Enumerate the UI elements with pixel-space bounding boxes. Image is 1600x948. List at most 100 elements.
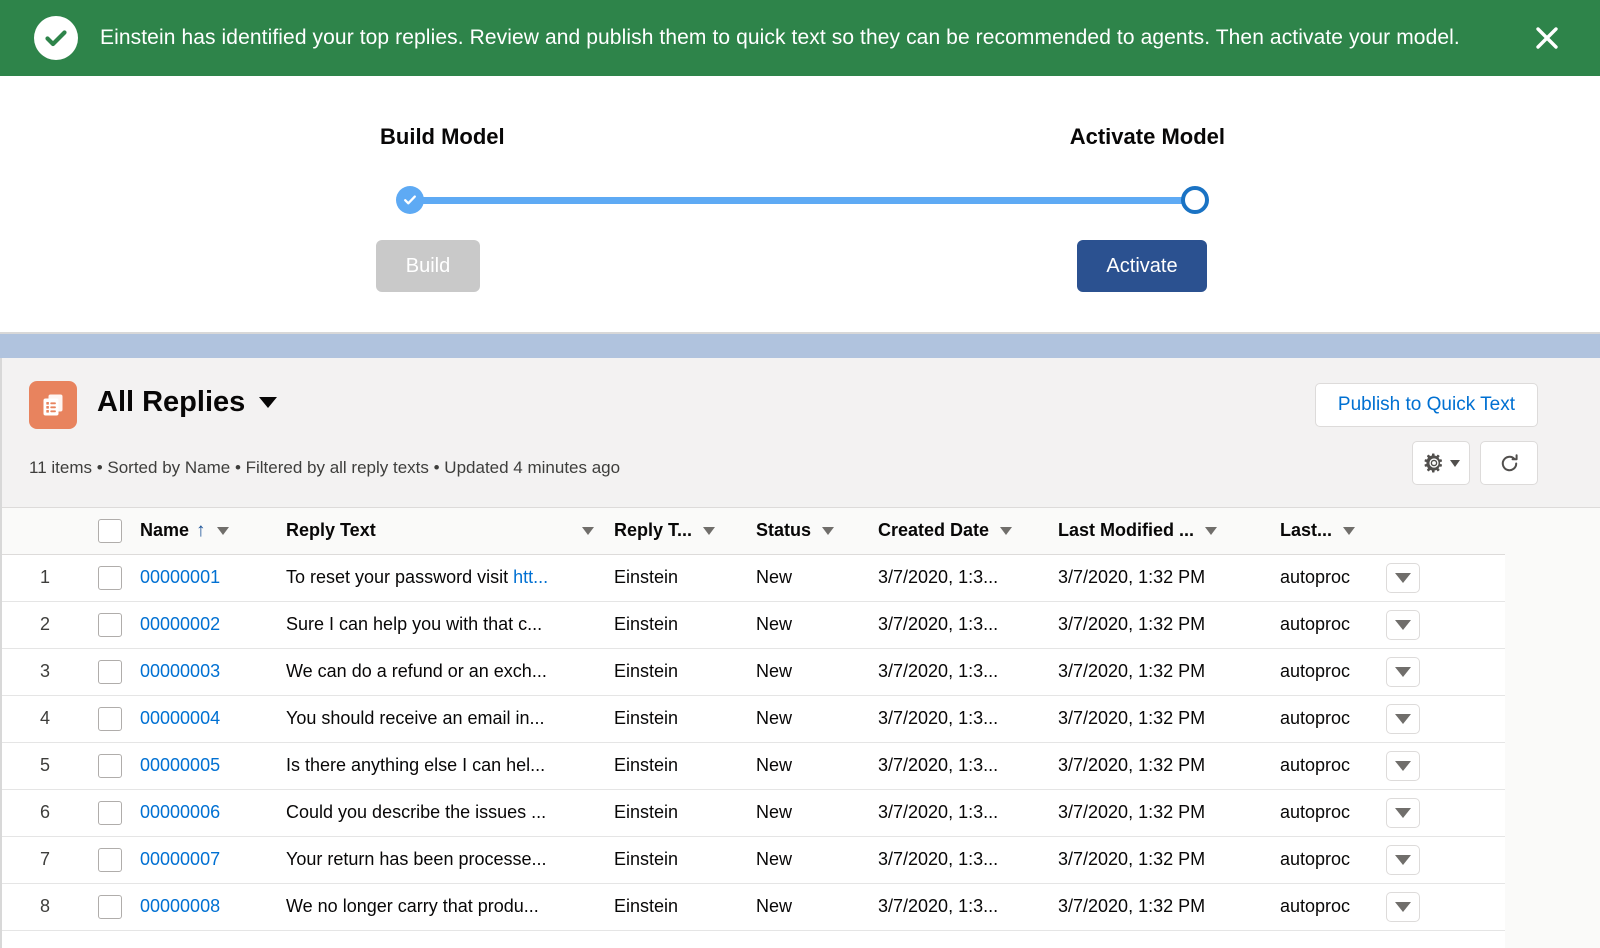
- record-link[interactable]: 00000004: [140, 708, 220, 728]
- row-action-menu-button[interactable]: [1386, 891, 1420, 922]
- cell-status: New: [746, 695, 868, 743]
- cell-last-modified-date: 3/7/2020, 1:32 PM: [1048, 883, 1270, 931]
- cell-reply-type: Einstein: [604, 695, 746, 743]
- cell-last-modified-by: autoproc: [1270, 648, 1376, 696]
- chevron-down-icon[interactable]: [1000, 526, 1013, 535]
- panel-divider: [0, 332, 1600, 358]
- record-link[interactable]: 00000005: [140, 755, 220, 775]
- replies-table-scroll[interactable]: Name ↑ Reply Text Reply T... Status Crea…: [2, 508, 1600, 948]
- row-action-menu-button[interactable]: [1386, 656, 1420, 687]
- chevron-down-icon[interactable]: [1205, 526, 1218, 535]
- th-created-date[interactable]: Created Date: [868, 508, 1048, 555]
- th-name[interactable]: Name ↑: [130, 508, 276, 555]
- row-action-menu-button[interactable]: [1386, 703, 1420, 734]
- row-checkbox[interactable]: [98, 612, 122, 637]
- row-checkbox[interactable]: [98, 847, 122, 872]
- cell-last-modified-by: autoproc: [1270, 554, 1376, 602]
- refresh-icon: [1501, 453, 1518, 471]
- th-last-modified[interactable]: Last Modified ...: [1048, 508, 1270, 555]
- row-checkbox[interactable]: [98, 800, 122, 825]
- cell-last-modified-date: 3/7/2020, 1:32 PM: [1048, 789, 1270, 837]
- cell-created-date: 3/7/2020, 1:3...: [868, 648, 1048, 696]
- chevron-down-icon: [1395, 854, 1411, 865]
- cell-status: New: [746, 742, 868, 790]
- row-select-cell: [88, 648, 130, 696]
- reply-records-icon: [29, 381, 77, 429]
- list-view-selector[interactable]: All Replies: [97, 386, 278, 419]
- row-select-cell: [88, 601, 130, 649]
- row-number: 7: [2, 836, 88, 884]
- row-action-menu-button[interactable]: [1386, 562, 1420, 593]
- list-view-settings-button[interactable]: [1412, 441, 1470, 485]
- table-row[interactable]: 1 00000001 To reset your password visit ht…: [2, 554, 1505, 602]
- row-checkbox[interactable]: [98, 894, 122, 919]
- table-row[interactable]: 5 00000005 Is there anything else I can he…: [2, 742, 1505, 790]
- cell-row-actions: [1376, 695, 1505, 743]
- einstein-notification-banner: Einstein has identified your top replies…: [0, 0, 1600, 76]
- record-link[interactable]: 00000008: [140, 896, 220, 916]
- row-select-cell: [88, 742, 130, 790]
- chevron-down-icon[interactable]: [582, 526, 594, 535]
- table-row[interactable]: 2 00000002 Sure I can help you with that c…: [2, 601, 1505, 649]
- step-node-build-model[interactable]: [396, 186, 424, 214]
- row-checkbox[interactable]: [98, 565, 122, 590]
- row-checkbox[interactable]: [98, 659, 122, 684]
- record-link[interactable]: 00000006: [140, 802, 220, 822]
- replies-list-view: All Replies 11 items • Sorted by Name • …: [0, 358, 1600, 948]
- reply-text-url[interactable]: htt...: [513, 567, 548, 587]
- record-link[interactable]: 00000003: [140, 661, 220, 681]
- chevron-down-icon[interactable]: [703, 526, 716, 535]
- th-status[interactable]: Status: [746, 508, 868, 555]
- table-body: 1 00000001 To reset your password visit ht…: [2, 554, 1505, 931]
- record-link[interactable]: 00000002: [140, 614, 220, 634]
- stepper-actions: Build Activate: [376, 240, 1225, 300]
- list-view-meta: 11 items • Sorted by Name • Filtered by …: [29, 458, 621, 477]
- cell-name: 00000003: [130, 648, 276, 696]
- table-row[interactable]: 4 00000004 You should receive an email in.…: [2, 695, 1505, 743]
- th-last-modified-by[interactable]: Last...: [1270, 508, 1376, 555]
- chevron-down-icon[interactable]: [216, 526, 229, 535]
- chevron-down-icon[interactable]: [822, 526, 835, 535]
- row-action-menu-button[interactable]: [1386, 609, 1420, 640]
- cell-reply-text: We no longer carry that produ...: [276, 883, 604, 931]
- page-root: Einstein has identified your top replies…: [0, 0, 1600, 948]
- table-header-row: Name ↑ Reply Text Reply T... Status Crea…: [2, 508, 1505, 555]
- chevron-down-icon[interactable]: [1343, 526, 1356, 535]
- chevron-down-icon: [1395, 666, 1411, 677]
- publish-to-quick-text-button[interactable]: Publish to Quick Text: [1314, 383, 1538, 427]
- cell-reply-type: Einstein: [604, 648, 746, 696]
- check-circle-icon: [34, 16, 78, 60]
- activate-button[interactable]: Activate: [1077, 240, 1207, 292]
- gear-icon: [1424, 453, 1442, 473]
- row-action-menu-button[interactable]: [1386, 797, 1420, 828]
- record-link[interactable]: 00000007: [140, 849, 220, 869]
- cell-created-date: 3/7/2020, 1:3...: [868, 695, 1048, 743]
- table-row[interactable]: 8 00000008 We no longer carry that produ..…: [2, 883, 1505, 931]
- step-node-activate-model[interactable]: [1181, 186, 1209, 214]
- row-action-menu-button[interactable]: [1386, 844, 1420, 875]
- cell-reply-type: Einstein: [604, 601, 746, 649]
- close-icon[interactable]: [1524, 15, 1570, 61]
- th-reply-text[interactable]: Reply Text: [276, 508, 604, 555]
- model-progress-panel: Build Model Activate Model Build Activat…: [0, 76, 1600, 334]
- refresh-button[interactable]: [1480, 441, 1538, 485]
- chevron-down-icon: [1395, 619, 1411, 630]
- select-all-checkbox[interactable]: [98, 518, 122, 543]
- cell-reply-text: Could you describe the issues ...: [276, 789, 604, 837]
- record-link[interactable]: 00000001: [140, 567, 220, 587]
- row-action-menu-button[interactable]: [1386, 750, 1420, 781]
- row-checkbox[interactable]: [98, 706, 122, 731]
- build-button[interactable]: Build: [376, 240, 480, 292]
- cell-reply-type: Einstein: [604, 836, 746, 884]
- table-row[interactable]: 6 00000006 Could you describe the issues .…: [2, 789, 1505, 837]
- row-checkbox[interactable]: [98, 753, 122, 778]
- cell-last-modified-by: autoproc: [1270, 742, 1376, 790]
- table-row[interactable]: 7 00000007 Your return has been processe..…: [2, 836, 1505, 884]
- table-row[interactable]: 3 00000003 We can do a refund or an exch..…: [2, 648, 1505, 696]
- cell-row-actions: [1376, 742, 1505, 790]
- cell-last-modified-by: autoproc: [1270, 836, 1376, 884]
- row-number: 5: [2, 742, 88, 790]
- th-reply-type[interactable]: Reply T...: [604, 508, 746, 555]
- cell-last-modified-date: 3/7/2020, 1:32 PM: [1048, 836, 1270, 884]
- th-last-modified-label: Last Modified ...: [1058, 520, 1195, 541]
